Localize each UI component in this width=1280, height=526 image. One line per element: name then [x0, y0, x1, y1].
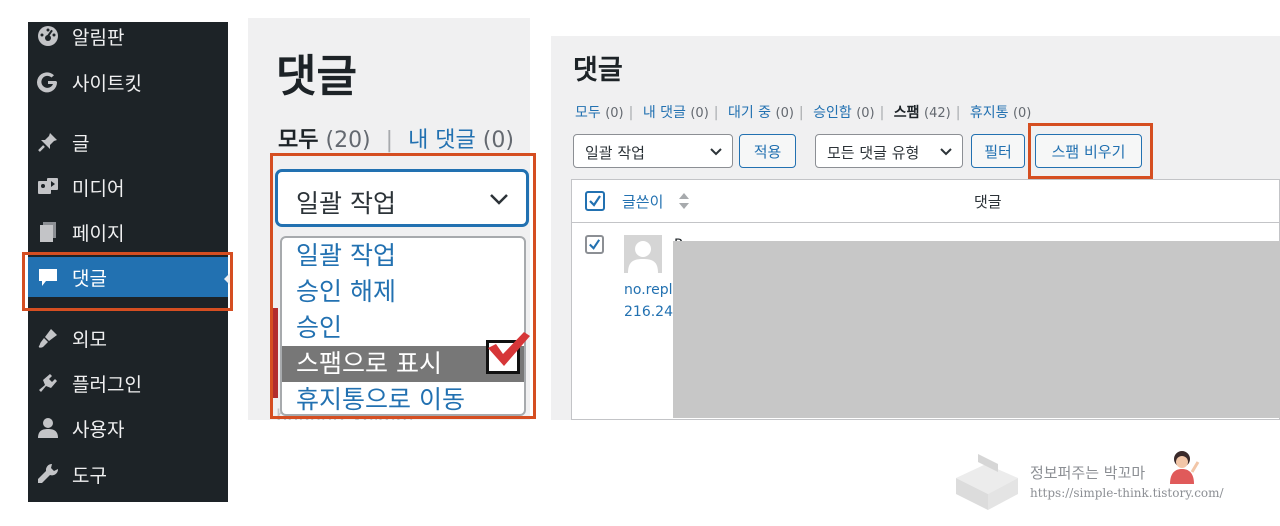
filter-count: (42) — [924, 106, 951, 121]
filter-separator: | — [798, 105, 804, 121]
column-comment: 댓글 — [974, 193, 1002, 211]
column-author[interactable]: 글쓴이 — [622, 191, 663, 212]
sidebar-item-label: 페이지 — [72, 222, 125, 245]
select-all-checkbox[interactable] — [585, 191, 605, 211]
filter-mine-link[interactable]: 내 댓글 — [408, 128, 476, 153]
spam-comments-panel: 댓글 모두 (0) | 내 댓글 (0) | 대기 중 (0) | 승인함 (0) | … — [551, 36, 1280, 420]
filter-pending-link[interactable]: 대기 중 — [728, 105, 771, 121]
filter-count: (0) — [1012, 106, 1032, 121]
filter-separator: | — [628, 105, 634, 121]
sidebar-item-label: 알림판 — [72, 26, 125, 49]
sidebar-item-media[interactable]: 미디어 — [28, 167, 228, 207]
filter-count: (0) — [856, 106, 875, 121]
comment-status-filter: 모두 (0) | 내 댓글 (0) | 대기 중 (0) | 승인함 (0) | 스팸 … — [575, 102, 1031, 122]
sidebar-item-pages[interactable]: 페이지 — [28, 212, 228, 252]
wrench-icon — [36, 462, 60, 486]
pushpin-icon — [36, 130, 60, 154]
sidebar-item-label: 도구 — [72, 464, 107, 487]
bulk-action-value: 일괄 작업 — [585, 144, 645, 162]
user-icon — [36, 416, 60, 440]
checkmark-icon — [589, 239, 601, 250]
filter-all-link[interactable]: 모두 — [575, 105, 601, 121]
filter-separator: | — [385, 128, 394, 153]
highlight-box-empty-spam — [1028, 123, 1153, 179]
comment-status-filter: 모두 (20) | 내 댓글 (0) — [278, 122, 514, 154]
filter-separator: | — [713, 105, 719, 121]
apply-button[interactable]: 적용 — [739, 134, 796, 168]
sidebar-item-label: 외모 — [72, 328, 107, 351]
sidebar-item-appearance[interactable]: 외모 — [28, 318, 228, 358]
blog-logo-icon — [956, 454, 1018, 510]
plugin-icon — [36, 371, 60, 395]
watermark-blog-name: 정보퍼주는 박꼬마 — [1030, 464, 1146, 482]
sidebar-item-tools[interactable]: 도구 — [28, 454, 228, 494]
filter-count: (0) — [605, 106, 624, 121]
table-header: 글쓴이 댓글 — [572, 180, 1280, 223]
watermark-url: https://simple-think.tistory.com/ — [1030, 486, 1224, 500]
filter-separator: | — [879, 105, 885, 121]
sidebar-item-label: 플러그인 — [72, 373, 142, 396]
media-icon — [36, 175, 60, 199]
highlight-box-comments-menu — [22, 252, 233, 311]
sidebar-item-label: 글 — [72, 132, 90, 155]
filter-spam-current[interactable]: 스팸 — [894, 105, 920, 121]
sidebar-item-posts[interactable]: 글 — [28, 122, 228, 162]
comment-type-value: 모든 댓글 유형 — [827, 144, 920, 162]
dashboard-icon — [36, 24, 60, 48]
filter-mine-count: (0) — [482, 128, 514, 153]
filter-separator: | — [955, 105, 961, 121]
row-checkbox[interactable] — [585, 235, 604, 254]
sidebar-item-label: 사이트킷 — [72, 72, 142, 95]
sidebar-item-users[interactable]: 사용자 — [28, 408, 228, 448]
checkmark-icon — [589, 195, 601, 207]
paintbrush-icon — [36, 326, 60, 350]
redaction-block — [673, 241, 1280, 418]
filter-mine-link[interactable]: 내 댓글 — [643, 105, 686, 121]
filter-approved-link[interactable]: 승인함 — [813, 105, 852, 121]
highlight-box-bulk-action — [270, 153, 536, 419]
filter-count: (0) — [775, 106, 794, 121]
bulk-action-select[interactable]: 일괄 작업 — [573, 134, 733, 168]
page-title: 댓글 — [276, 51, 357, 102]
filter-all-count: (20) — [325, 128, 371, 153]
page-title: 댓글 — [573, 55, 623, 86]
filter-count: (0) — [690, 106, 709, 121]
sidebar-item-dashboard[interactable]: 알림판 — [28, 16, 228, 56]
sidebar-item-label: 미디어 — [72, 177, 125, 200]
sidebar-item-label: 사용자 — [72, 418, 125, 441]
filter-button[interactable]: 필터 — [971, 134, 1025, 168]
chevron-down-icon — [940, 148, 952, 156]
character-icon — [1170, 451, 1200, 484]
comment-type-select[interactable]: 모든 댓글 유형 — [815, 134, 963, 168]
avatar — [624, 235, 662, 273]
filter-trash-link[interactable]: 휴지통 — [970, 105, 1009, 121]
chevron-down-icon — [710, 148, 722, 156]
page-icon — [36, 220, 60, 244]
sort-arrows-icon[interactable] — [678, 192, 690, 210]
google-g-icon — [36, 70, 60, 94]
author-ip-link[interactable]: 216.24. — [624, 304, 677, 320]
filter-all-label[interactable]: 모두 — [278, 128, 318, 153]
screenshot-stage: 알림판 사이트킷 글 미디어 페이지 댓글 외모 플러그인 사용자 도구 댓글 … — [0, 0, 1280, 526]
sidebar-item-sitekit[interactable]: 사이트킷 — [28, 62, 228, 102]
sidebar-item-plugins[interactable]: 플러그인 — [28, 363, 228, 403]
